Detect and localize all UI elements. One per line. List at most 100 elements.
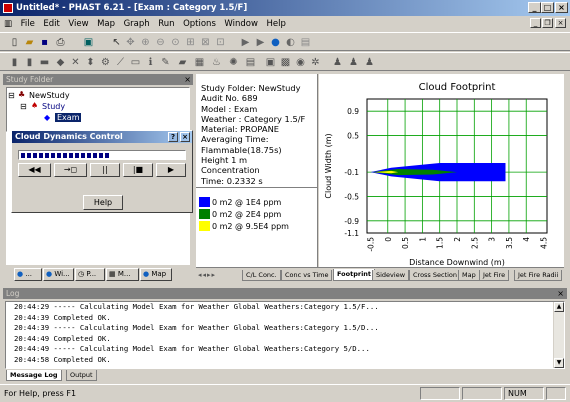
folder-tab-materials[interactable]: ▦ M...	[106, 268, 139, 281]
legend-swatch-green	[199, 209, 210, 219]
tab-jet-fire[interactable]: Jet Fire	[479, 270, 510, 281]
cloud-progress-fill	[21, 153, 112, 158]
cloud-footprint-chart[interactable]: Cloud Footprint 0.9 0.5 -0.1 -0.5 -0.9 -1.1 -0.…	[319, 74, 564, 267]
tree-item-newstudy[interactable]: NewStudy	[29, 91, 70, 100]
log-close-icon[interactable]: ×	[557, 289, 564, 298]
zoom-extents-icon[interactable]: ⊞	[184, 36, 197, 49]
step-back-button[interactable]: →◻	[54, 163, 87, 177]
pointer-icon[interactable]: ↖	[110, 36, 123, 49]
menu-file[interactable]: File	[18, 17, 38, 32]
study-folder-close-icon[interactable]: ×	[184, 75, 191, 84]
tab-scroll-arrows-icon[interactable]: ◂◂▸▸	[198, 270, 216, 280]
probe-a-icon[interactable]: ♟	[331, 56, 344, 69]
tree-item-exam[interactable]: Exam	[55, 113, 82, 122]
log-scroll-down-icon[interactable]: ▼	[554, 358, 564, 368]
tab-map[interactable]: Map	[458, 270, 480, 281]
run-icon[interactable]: ▶	[239, 36, 252, 49]
tab-cross-section[interactable]: Cross Section	[409, 270, 462, 281]
tab-conc-vs-time[interactable]: Conc vs Time	[281, 270, 333, 281]
substrate-icon[interactable]: ▩	[279, 56, 292, 69]
rewind-button[interactable]: ◀◀	[18, 163, 51, 177]
dialog-close-icon[interactable]: ×	[180, 132, 190, 142]
run-all-icon[interactable]: ▶	[254, 36, 267, 49]
menu-options[interactable]: Options	[180, 17, 219, 32]
tab-cl-conc[interactable]: C/L Conc.	[242, 270, 281, 281]
y-tick-label: -0.9	[344, 217, 359, 226]
menu-app-icon[interactable]: ▥	[0, 17, 15, 32]
tank-icon[interactable]: ▮	[23, 56, 36, 69]
menu-help[interactable]: Help	[263, 17, 288, 32]
pan-icon[interactable]: ✥	[124, 36, 137, 49]
menu-window[interactable]: Window	[221, 17, 261, 32]
folder-tab-parameters[interactable]: ◷ P...	[75, 268, 105, 281]
app-icon[interactable]	[3, 3, 13, 13]
zoom-previous-icon[interactable]: ⊠	[199, 36, 212, 49]
new-file-icon[interactable]: ▯	[8, 36, 21, 49]
legend-swatch-blue	[199, 197, 210, 207]
folder-tab-study[interactable]: ● ...	[14, 268, 42, 281]
probe-b-icon[interactable]: ♟	[347, 56, 360, 69]
tree-collapse-icon[interactable]: ⊟	[20, 102, 27, 111]
play-button[interactable]: ▶	[156, 163, 186, 177]
doc-minimize-button[interactable]: _	[530, 18, 541, 28]
tab-footprint[interactable]: Footprint	[333, 269, 376, 281]
info-icon[interactable]: ℹ	[144, 56, 157, 69]
pool-icon[interactable]: ▰	[176, 56, 189, 69]
stop-icon[interactable]: ◐	[284, 36, 297, 49]
doc-close-button[interactable]: ×	[555, 18, 566, 28]
probe-c-icon[interactable]: ♟	[363, 56, 376, 69]
open-folder-icon[interactable]: ▰	[23, 36, 36, 49]
tree-item-study[interactable]: Study	[42, 102, 65, 111]
menu-edit[interactable]: Edit	[40, 17, 62, 32]
dialog-help-button[interactable]: Help	[83, 195, 123, 210]
menu-map[interactable]: Map	[94, 17, 118, 32]
print-icon[interactable]: ⎙	[54, 36, 67, 49]
minimize-button[interactable]: _	[528, 2, 541, 13]
population-icon[interactable]: ✲	[309, 56, 322, 69]
building-icon[interactable]: ▦	[193, 56, 206, 69]
zoom-out-icon[interactable]: ⊖	[154, 36, 167, 49]
menu-view[interactable]: View	[65, 17, 91, 32]
menu-run[interactable]: Run	[155, 17, 177, 32]
log-scroll-up-icon[interactable]: ▲	[554, 302, 564, 312]
pipe-icon[interactable]: ▬	[38, 56, 51, 69]
folder-resize-bar[interactable]	[3, 284, 193, 287]
stop-button[interactable]: |■	[123, 163, 153, 177]
tab-sideview[interactable]: Sideview	[372, 270, 410, 281]
fire-icon[interactable]: ♨	[210, 56, 223, 69]
tree-expand-icon[interactable]: ⊟	[8, 91, 15, 100]
pause-button[interactable]: ||	[90, 163, 120, 177]
zoom-in-icon[interactable]: ⊕	[139, 36, 152, 49]
parameters-icon[interactable]: ▤	[244, 56, 257, 69]
line-rupture-icon[interactable]: ⟋	[114, 56, 127, 69]
tab-jet-fire-radii[interactable]: Jet Fire Radii	[514, 270, 563, 281]
vessel-icon[interactable]: ▮	[8, 56, 21, 69]
log-text-area[interactable]: 20:44:29 ----- Calculating Model Exam fo…	[5, 301, 565, 369]
maximize-button[interactable]: □	[541, 2, 554, 13]
calculator-icon[interactable]: ▣	[82, 36, 95, 49]
globe-icon[interactable]: ●	[269, 36, 282, 49]
doc-restore-button[interactable]: ❐	[542, 18, 553, 28]
rupture-icon[interactable]: ✕	[69, 56, 82, 69]
folder-tab-weather[interactable]: ● Wi...	[43, 268, 74, 281]
leak-icon[interactable]: ◆	[54, 56, 67, 69]
explosion-icon[interactable]: ✺	[227, 56, 240, 69]
folder-tab-map[interactable]: ● Map	[140, 268, 172, 281]
ignition-icon[interactable]: ◉	[294, 56, 307, 69]
tab-output[interactable]: Output	[66, 370, 97, 381]
report-icon[interactable]: ▤	[299, 36, 312, 49]
zoom-window-icon[interactable]: ⊙	[169, 36, 182, 49]
refresh-view-icon[interactable]: ⊡	[214, 36, 227, 49]
relief-icon[interactable]: ⬍	[84, 56, 97, 69]
weather-icon[interactable]: ▣	[264, 56, 277, 69]
dialog-help-icon[interactable]: ?	[168, 132, 178, 142]
save-icon[interactable]: ▪	[38, 36, 51, 49]
dispersion-icon[interactable]: ✎	[159, 56, 172, 69]
short-pipe-icon[interactable]: ▭	[129, 56, 142, 69]
info-concentration: Concentration	[201, 165, 260, 176]
log-scrollbar[interactable]: ▲ ▼	[553, 302, 564, 368]
user-defined-icon[interactable]: ⚙	[99, 56, 112, 69]
menu-graph[interactable]: Graph	[121, 17, 153, 32]
close-button[interactable]: ×	[555, 2, 568, 13]
tab-message-log[interactable]: Message Log	[6, 370, 62, 381]
